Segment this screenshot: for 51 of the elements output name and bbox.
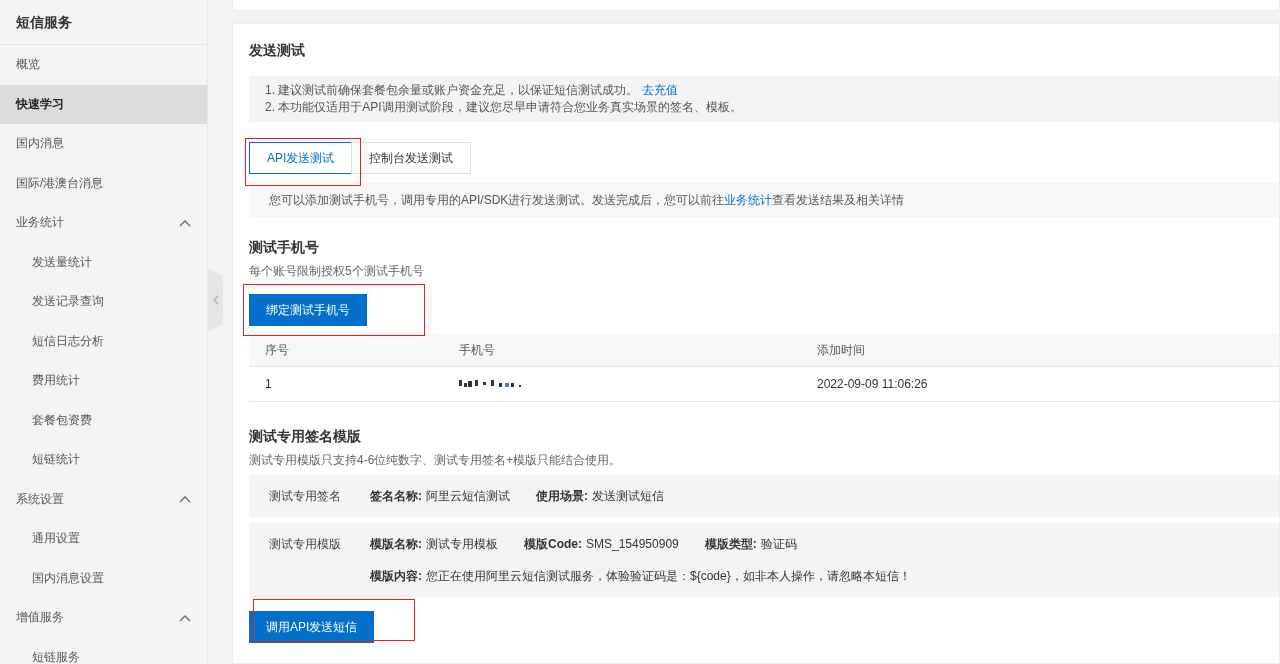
sidebar-item[interactable]: 短链服务 <box>0 637 207 664</box>
sidebar-item[interactable]: 套餐包资费 <box>0 400 207 440</box>
chevron-up-icon <box>179 495 191 504</box>
section-subtitle: 每个账号限制授权5个测试手机号 <box>249 263 425 280</box>
info-field: 使用场景: 发送测试短信 <box>536 488 664 504</box>
sidebar-item[interactable]: 国内消息 <box>0 124 207 164</box>
section-title: 测试手机号 <box>249 239 320 257</box>
sidebar-item-label: 增值服务 <box>16 609 64 627</box>
row-label: 测试专用签名 <box>269 488 342 504</box>
tab[interactable]: 控制台发送测试 <box>351 142 472 174</box>
row-label: 测试专用模版 <box>269 536 342 553</box>
bind-phone-button[interactable]: 绑定测试手机号 <box>249 294 367 326</box>
sidebar-item[interactable]: 国际/港澳台消息 <box>0 163 207 203</box>
info-field: 模版内容: 您正在使用阿里云短信测试服务，体验验证码是：${code}，如非本人操作，请忽略本短信！ <box>370 568 911 584</box>
info-field: 签名名称: 阿里云短信测试 <box>370 488 510 504</box>
sidebar-item[interactable]: 快速学习 <box>0 84 207 124</box>
sidebar-item[interactable]: 概览 <box>0 45 207 85</box>
table-cell-text: 2022-09-09 11:06:26 <box>817 377 929 391</box>
recharge-link[interactable]: 去充值 <box>641 83 678 97</box>
section-subtitle: 测试专用模版只支持4-6位纯数字、测试专用签名+模版只能结合使用。 <box>249 452 623 469</box>
column-header: 添加时间 <box>817 341 866 359</box>
sidebar-item[interactable]: 增值服务 <box>0 598 207 638</box>
section-title: 测试专用签名模版 <box>249 428 362 446</box>
column-header: 序号 <box>265 341 290 359</box>
sidebar-item[interactable]: 发送量统计 <box>0 242 207 282</box>
info-field: 模版类型: 验证码 <box>704 536 797 552</box>
sidebar-item[interactable]: 系统设置 <box>0 479 207 519</box>
send-sms-button[interactable]: 调用API发送短信 <box>249 611 375 643</box>
description-text: 您可以添加测试手机号，调用专用的API/SDK进行发送测试。发送完成后，您可以前往业务统计查看发送结果及相关详情 <box>269 193 905 207</box>
sidebar-item[interactable]: 费用统计 <box>0 361 207 401</box>
sidebar-item-label: 业务统计 <box>16 214 64 232</box>
sidebar-item[interactable]: 国内消息设置 <box>0 558 207 598</box>
section-title: 发送测试 <box>249 42 306 60</box>
chevron-up-icon <box>179 218 191 227</box>
table-cell-text: 1 <box>265 377 273 391</box>
sidebar-item[interactable]: 发送记录查询 <box>0 282 207 322</box>
info-field: 模版名称: 测试专用模板 <box>370 536 498 552</box>
sidebar-title: 短信服务 <box>0 0 207 45</box>
notice-text: 2. 本功能仅适用于API调用测试阶段，建议您尽早申请符合您业务真实场景的签名、模板。 <box>265 100 742 114</box>
sidebar-item-label: 系统设置 <box>16 490 64 508</box>
chevron-up-icon <box>179 613 191 622</box>
sidebar-item[interactable]: 通用设置 <box>0 519 207 559</box>
sidebar-item[interactable]: 短链统计 <box>0 440 207 480</box>
sidebar-item[interactable]: 短信日志分析 <box>0 321 207 361</box>
notice-text: 1. 建议测试前确保套餐包余量或账户资金充足，以保证短信测试成功。 <box>265 83 639 97</box>
statistics-link[interactable]: 业务统计 <box>724 193 773 207</box>
column-header: 手机号 <box>459 341 496 359</box>
tab[interactable]: API发送测试 <box>249 142 353 174</box>
info-field: 模版Code: SMS_154950909 <box>524 536 679 552</box>
sidebar-item[interactable]: 业务统计 <box>0 203 207 243</box>
chevron-left-icon <box>212 295 219 305</box>
